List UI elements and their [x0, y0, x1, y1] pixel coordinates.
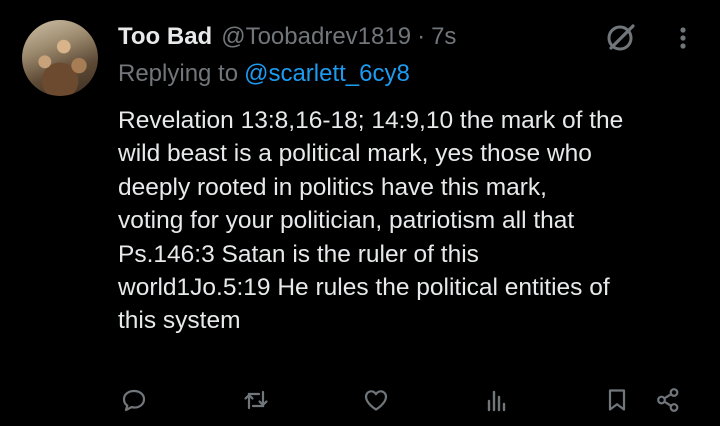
grok-icon[interactable] [604, 20, 638, 54]
tweet-text: Revelation 13:8,16-18; 14:9,10 the mark … [118, 107, 624, 335]
like-button[interactable] [356, 380, 396, 420]
bookmark-icon [608, 389, 626, 411]
bookmark-button[interactable] [597, 380, 637, 420]
separator-dot: · [417, 23, 426, 50]
views-icon [487, 390, 506, 412]
timestamp[interactable]: 7s [431, 23, 456, 51]
share-button[interactable] [648, 380, 688, 420]
reply-icon [122, 389, 146, 412]
retweet-button[interactable] [236, 380, 276, 420]
avatar[interactable] [22, 20, 98, 96]
action-bar [0, 380, 720, 420]
views-button[interactable] [476, 380, 516, 420]
reply-button[interactable] [114, 380, 154, 420]
replying-prefix: Replying to [118, 60, 239, 87]
heart-icon [364, 390, 388, 411]
replying-to: Replying to @scarlett_6cy8 [118, 60, 410, 88]
retweet-icon [244, 390, 268, 410]
display-name[interactable]: Too Bad [118, 23, 212, 51]
more-icon[interactable] [668, 22, 698, 54]
share-icon [657, 388, 679, 412]
mention-link[interactable]: @scarlett_6cy8 [244, 60, 410, 87]
user-handle[interactable]: @Toobadrev1819 [221, 23, 411, 51]
